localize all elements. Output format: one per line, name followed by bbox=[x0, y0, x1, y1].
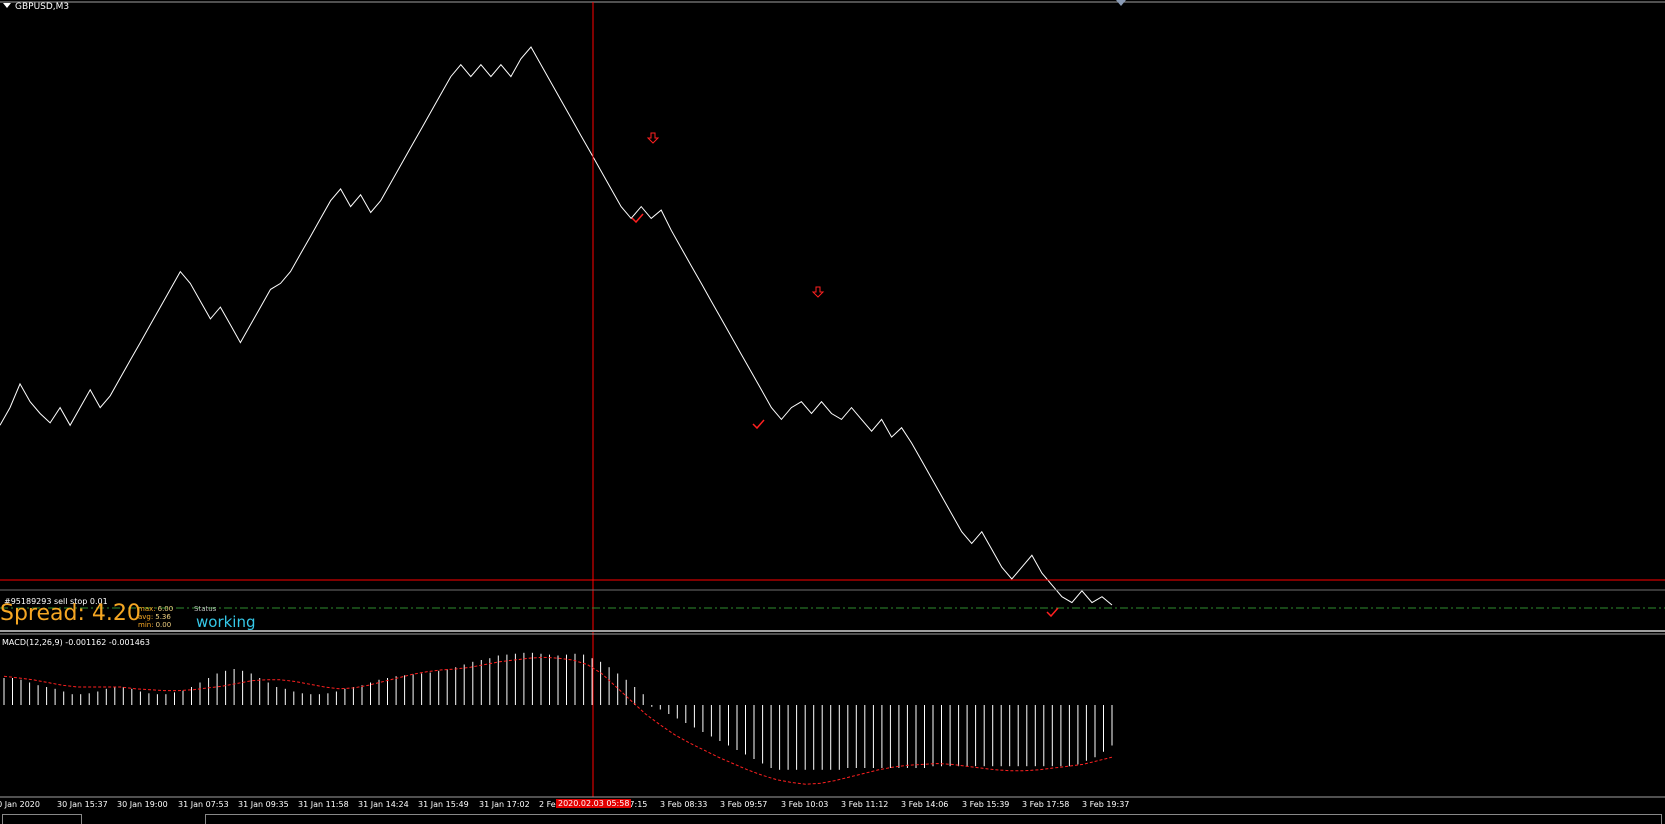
crosshair-time-label: 2020.02.03 05:58 bbox=[556, 799, 632, 808]
spread-value: Spread: 4.20 bbox=[0, 601, 141, 626]
min-label: min: bbox=[138, 621, 154, 629]
time-tick: 31 Jan 09:35 bbox=[238, 800, 289, 809]
status-label: Status bbox=[194, 605, 217, 613]
time-tick: 3 Feb 11:12 bbox=[841, 800, 889, 809]
time-tick: 3 Feb 08:33 bbox=[660, 800, 708, 809]
time-tick: 3 Feb 14:06 bbox=[901, 800, 949, 809]
chart-shift-marker[interactable] bbox=[1116, 0, 1126, 6]
dropdown-triangle-icon[interactable] bbox=[3, 3, 11, 8]
time-tick: 31 Jan 07:53 bbox=[178, 800, 229, 809]
spread-stats: max: 6.00 avg: 5.36 min: 0.00 bbox=[138, 605, 173, 629]
trading-chart[interactable] bbox=[0, 0, 1665, 823]
time-tick: 30 Jan 15:37 bbox=[57, 800, 108, 809]
symbol-title: GBPUSD,M3 bbox=[15, 2, 70, 12]
time-tick: 3 Feb 15:39 bbox=[962, 800, 1010, 809]
status-value: working bbox=[196, 613, 256, 631]
time-tick: 31 Jan 15:49 bbox=[418, 800, 469, 809]
chart-background bbox=[0, 0, 1665, 823]
avg-label: avg: bbox=[138, 613, 154, 621]
time-tick: 30 Jan 2020 bbox=[0, 800, 40, 809]
time-tick: 3 Feb 19:37 bbox=[1082, 800, 1130, 809]
min-value: 0.00 bbox=[155, 621, 172, 629]
time-tick: 31 Jan 11:58 bbox=[298, 800, 349, 809]
time-tick: 3 Feb 09:57 bbox=[720, 800, 768, 809]
time-tick: 31 Jan 17:02 bbox=[479, 800, 530, 809]
macd-indicator-label[interactable]: MACD(12,26,9) -0.001162 -0.001463 bbox=[2, 638, 150, 647]
time-axis[interactable]: 30 Jan 2020 30 Jan 15:37 30 Jan 19:00 31… bbox=[0, 797, 1665, 812]
chart-title[interactable]: GBPUSD,M3 bbox=[0, 2, 69, 12]
time-tick: 3 Feb 10:03 bbox=[781, 800, 829, 809]
max-label: max: bbox=[138, 605, 156, 613]
time-tick: 30 Jan 19:00 bbox=[117, 800, 168, 809]
time-tick: 3 Feb 17:58 bbox=[1022, 800, 1070, 809]
max-value: 6.00 bbox=[157, 605, 174, 613]
time-tick: 31 Jan 14:24 bbox=[358, 800, 409, 809]
chart-tabs bbox=[0, 813, 1665, 824]
avg-value: 5.36 bbox=[155, 613, 171, 621]
